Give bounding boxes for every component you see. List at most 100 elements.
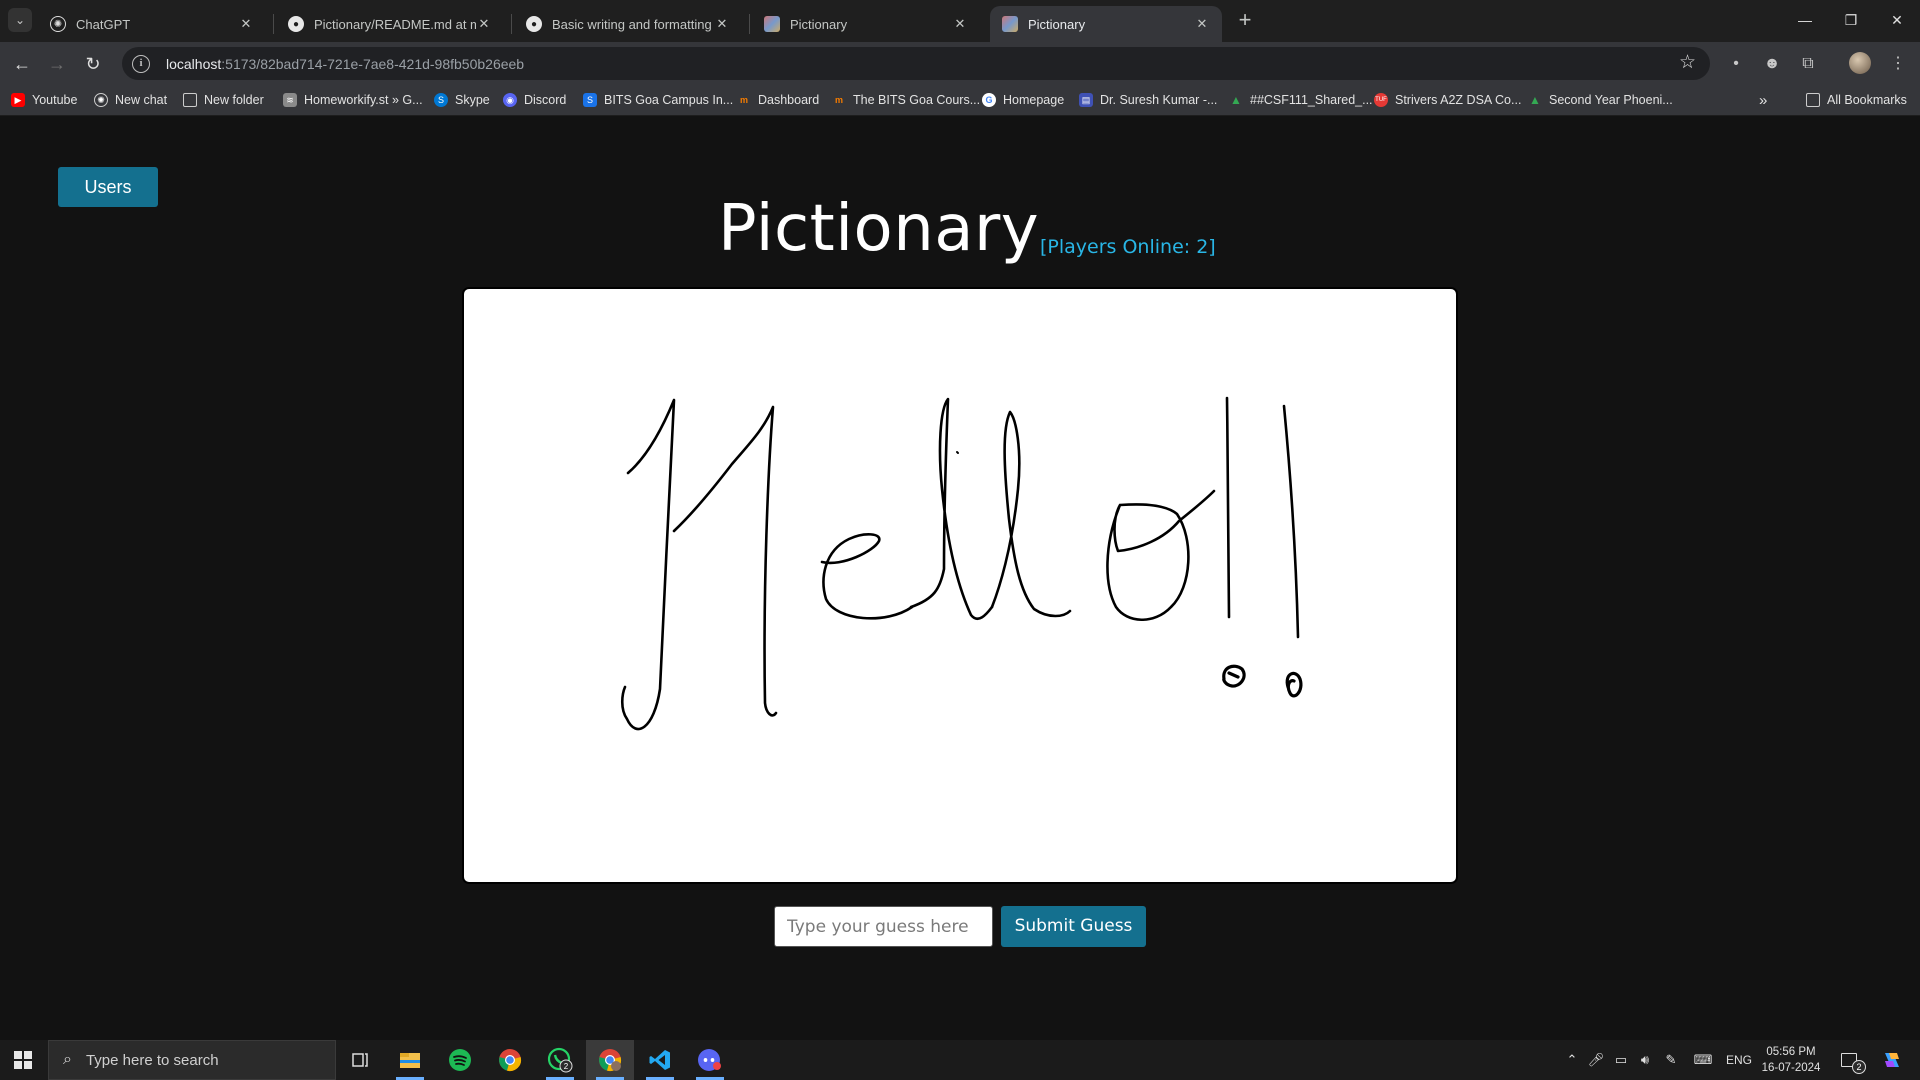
clock-time: 05:56 PM [1766, 1046, 1816, 1058]
browser-toolbar: ← → ↻ i localhost:5173/82bad714-721e-7ae… [0, 42, 1920, 84]
drawing-canvas[interactable] [462, 287, 1458, 884]
bits-s-icon: S [583, 93, 597, 107]
tab-divider [511, 14, 512, 34]
pictionary-favicon [764, 16, 780, 32]
users-button[interactable]: Users [58, 167, 158, 207]
extension-dot-icon[interactable]: • [1724, 52, 1748, 76]
close-icon[interactable]: ✕ [476, 16, 492, 32]
whatsapp-badge: 2 [564, 1062, 569, 1071]
moodle-icon: m [834, 95, 843, 105]
restore-icon[interactable]: ❐ [1828, 4, 1874, 36]
microphone-icon[interactable]: 🎤︎ [1586, 1040, 1606, 1080]
homeworkify-icon: ≋ [283, 93, 297, 107]
file-explorer-icon[interactable] [386, 1040, 434, 1080]
bookmark-youtube[interactable]: ▶ Youtube [11, 90, 77, 110]
keyboard-icon[interactable]: ⌨ [1690, 1040, 1716, 1080]
bookmark-homepage[interactable]: G Homepage [982, 90, 1064, 110]
tuf-icon: TUF [1374, 93, 1388, 107]
calendar-icon: ▤ [1079, 93, 1093, 107]
taskbar-search-box[interactable]: ⌕ Type here to search [48, 1040, 336, 1080]
task-view-icon[interactable] [336, 1040, 384, 1080]
bookmark-new-folder[interactable]: New folder [183, 90, 264, 110]
notification-center-icon[interactable]: 2 [1836, 1040, 1866, 1080]
vscode-icon[interactable] [636, 1040, 684, 1080]
chrome-icon[interactable] [486, 1040, 534, 1080]
bookmark-discord[interactable]: ◉ Discord [503, 90, 566, 110]
tab-github-docs[interactable]: ● Basic writing and formatting sy ✕ [514, 6, 742, 42]
menu-kebab-icon[interactable]: ⋮ [1886, 52, 1910, 76]
taskbar-clock[interactable]: 05:56 PM 16-07-2024 [1760, 1044, 1822, 1076]
tab-divider [273, 14, 274, 34]
url-host: localhost [166, 55, 222, 72]
tab-github-readme[interactable]: ● Pictionary/README.md at main ✕ [276, 6, 504, 42]
tab-chatgpt[interactable]: ✺ ChatGPT ✕ [38, 6, 266, 42]
profile-avatar-icon[interactable] [1848, 52, 1872, 76]
google-drive-icon: ▲ [1230, 93, 1242, 107]
folder-icon [1806, 93, 1820, 107]
network-icon[interactable]: ▭ [1610, 1040, 1632, 1080]
tab-divider [749, 14, 750, 34]
minimize-icon[interactable]: — [1782, 4, 1828, 36]
chrome-profile-icon[interactable] [586, 1040, 634, 1080]
search-icon: ⌕ [63, 1051, 72, 1068]
close-icon[interactable]: ✕ [1194, 16, 1210, 32]
bookmark-skype[interactable]: S Skype [434, 90, 490, 110]
close-icon[interactable]: ✕ [714, 16, 730, 32]
whatsapp-icon[interactable]: 2 [536, 1040, 584, 1080]
forward-icon[interactable]: → [43, 50, 71, 78]
chatgpt-icon: ✺ [94, 93, 108, 107]
browser-tabstrip: ⌄ ✺ ChatGPT ✕ ● Pictionary/README.md at … [0, 0, 1920, 42]
extensions-puzzle-icon[interactable]: ⧉ [1796, 52, 1820, 76]
youtube-icon: ▶ [11, 93, 25, 107]
bookmark-star-icon[interactable]: ☆ [1679, 51, 1696, 74]
volume-icon[interactable]: 🔊︎ [1634, 1040, 1656, 1080]
tray-chevron-up-icon[interactable]: ⌃ [1562, 1040, 1582, 1080]
bookmark-homeworkify[interactable]: ≋ Homeworkify.st » G... [283, 90, 423, 110]
github-docs-icon: ● [526, 16, 542, 32]
bookmark-second-year[interactable]: ▲ Second Year Phoeni... [1528, 90, 1673, 110]
google-icon: G [982, 93, 996, 107]
bookmark-new-chat[interactable]: ✺ New chat [94, 90, 167, 110]
all-bookmarks[interactable]: All Bookmarks [1806, 90, 1907, 110]
moodle-icon: m [739, 95, 748, 105]
bookmark-dr-suresh-kumar[interactable]: ▤ Dr. Suresh Kumar -... [1079, 90, 1217, 110]
new-tab-icon[interactable]: + [1232, 8, 1258, 34]
bookmarks-bar: ▶ Youtube ✺ New chat New folder ≋ Homeworki… [0, 84, 1920, 116]
extension-face-icon[interactable]: ☻ [1760, 52, 1784, 76]
reload-icon[interactable]: ↻ [79, 50, 107, 78]
bookmark-bits-goa-campus[interactable]: S BITS Goa Campus In... [583, 90, 733, 110]
clock-date: 16-07-2024 [1761, 1062, 1821, 1074]
canvas-drawing [620, 396, 1303, 731]
github-icon: ● [288, 16, 304, 32]
back-icon[interactable]: ← [8, 50, 36, 78]
pen-icon[interactable]: ✎ [1660, 1040, 1682, 1080]
bookmark-dashboard[interactable]: m Dashboard [737, 90, 819, 110]
bookmark-strivers-a2z[interactable]: TUF Strivers A2Z DSA Co... [1374, 90, 1521, 110]
bookmark-bits-goa-courses[interactable]: m The BITS Goa Cours... [832, 90, 980, 110]
window-close-icon[interactable]: ✕ [1874, 4, 1920, 36]
discord-icon[interactable] [686, 1040, 734, 1080]
google-drive-icon: ▲ [1529, 93, 1541, 107]
bookmark-csf111-shared[interactable]: ▲ ##CSF111_Shared_... [1229, 90, 1373, 110]
chatgpt-icon: ✺ [50, 16, 66, 32]
notification-badge: 2 [1852, 1060, 1866, 1074]
submit-guess-button[interactable]: Submit Guess [1001, 906, 1146, 947]
more-bookmarks-chevron-icon[interactable]: » [1759, 90, 1767, 110]
skype-icon: S [434, 93, 448, 107]
spotify-icon[interactable] [436, 1040, 484, 1080]
pictionary-favicon [1002, 16, 1018, 32]
folder-icon [183, 93, 197, 107]
tab-pictionary-active[interactable]: Pictionary ✕ [990, 6, 1222, 42]
close-icon[interactable]: ✕ [238, 16, 254, 32]
windows-start-icon[interactable] [0, 1040, 46, 1080]
close-icon[interactable]: ✕ [952, 16, 968, 32]
language-indicator[interactable]: ENG [1724, 1040, 1754, 1080]
copilot-icon[interactable] [1874, 1040, 1910, 1080]
guess-input[interactable] [774, 906, 993, 947]
site-info-icon[interactable]: i [132, 54, 150, 73]
tab-pictionary-1[interactable]: Pictionary ✕ [752, 6, 980, 42]
page-title: Pictionary [718, 192, 1040, 266]
pictionary-page: Users Pictionary [Players Online: 2] Typ… [0, 116, 1920, 1040]
tab-search-icon[interactable]: ⌄ [8, 8, 32, 32]
address-bar[interactable]: i localhost:5173/82bad714-721e-7ae8-421d… [122, 47, 1710, 80]
